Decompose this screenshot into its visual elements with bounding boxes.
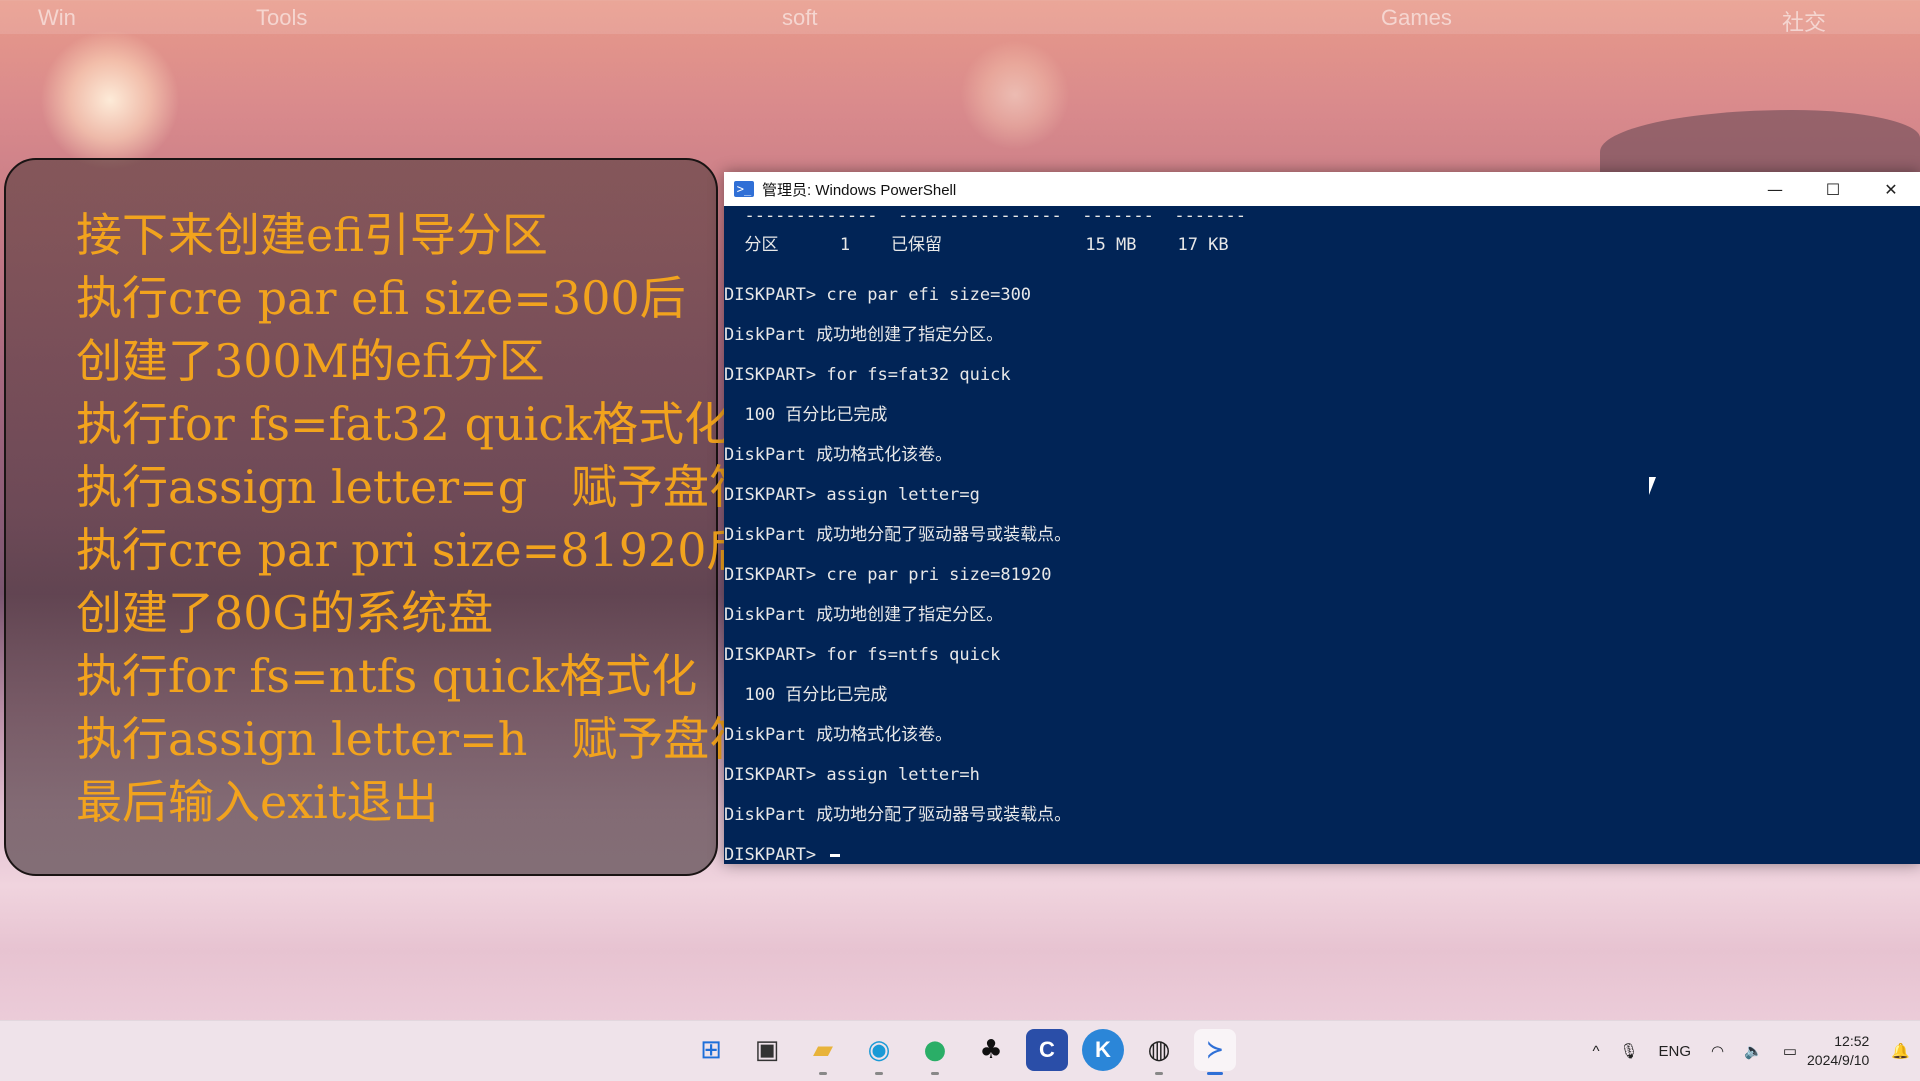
console-line: DISKPART> for fs=fat32 quick	[724, 365, 1011, 385]
qq-icon[interactable]: ♣	[970, 1029, 1012, 1071]
taskbar-apps: ⊞ ▣ ▰ ◉ ● ♣ C K ◍ ≻	[690, 1029, 1236, 1075]
k-app-icon[interactable]: K	[1082, 1029, 1124, 1071]
console-line: DiskPart 成功地分配了驱动器号或装载点。	[724, 805, 1072, 825]
system-tray: ^ 🎙 ENG ◠ 🔈 ▭ 12:52 2024/9/10 🔔	[1582, 1021, 1920, 1081]
clock[interactable]: 12:52 2024/9/10	[1807, 1032, 1869, 1070]
console-line: DISKPART> assign letter=g	[724, 485, 980, 505]
category-win[interactable]: Win	[38, 5, 76, 31]
task-view-icon[interactable]: ▣	[746, 1029, 788, 1071]
edge-icon[interactable]: ◉	[858, 1029, 900, 1075]
category-soft[interactable]: soft	[782, 5, 817, 31]
category-social[interactable]: 社交	[1782, 5, 1826, 37]
microphone-icon[interactable]: 🎙	[1619, 1042, 1638, 1060]
tutorial-line: 执行cre par efi size=300后	[76, 271, 686, 325]
powershell-icon: >_	[734, 181, 754, 197]
console-line: DiskPart 成功地分配了驱动器号或装载点。	[724, 525, 1072, 545]
clock-date: 2024/9/10	[1807, 1052, 1870, 1068]
moon-glow	[960, 40, 1070, 150]
tutorial-line: 创建了300M的efi分区	[76, 334, 545, 388]
obs-icon[interactable]: ◍	[1138, 1029, 1180, 1075]
powershell-window[interactable]: >_ 管理员: Windows PowerShell — ☐ ✕ -------…	[724, 172, 1920, 864]
window-title: 管理员: Windows PowerShell	[762, 181, 957, 199]
tutorial-line: 接下来创建efi引导分区	[76, 208, 548, 262]
start-icon[interactable]: ⊞	[690, 1029, 732, 1071]
console-line: DiskPart 成功地创建了指定分区。	[724, 605, 1004, 625]
shield-app-icon[interactable]: C	[1026, 1029, 1068, 1071]
maximize-button[interactable]: ☐	[1804, 172, 1862, 206]
console-line: DISKPART> assign letter=h	[724, 765, 980, 785]
console-line: DISKPART> cre par pri size=81920	[724, 565, 1052, 585]
tutorial-text: 接下来创建efi引导分区 执行cre par efi size=300后 创建了…	[76, 204, 755, 834]
bell-icon[interactable]: 🔔	[1891, 1042, 1910, 1060]
close-button[interactable]: ✕	[1862, 172, 1920, 206]
tutorial-line: 执行assign letter=h 赋予盘符	[76, 712, 756, 766]
console-line: 100 百分比已完成	[724, 405, 888, 425]
powershell-taskbar-icon[interactable]: ≻	[1194, 1029, 1236, 1075]
tutorial-line: 最后输入exit退出	[76, 775, 439, 829]
tutorial-overlay-card: 接下来创建efi引导分区 执行cre par efi size=300后 创建了…	[4, 158, 755, 876]
console-line: 分区 1 已保留 15 MB 17 KB	[724, 235, 1229, 255]
console-line: DiskPart 成功格式化该卷。	[724, 725, 953, 745]
mouse-pointer-icon	[1649, 477, 1663, 495]
sun-glow	[40, 30, 180, 170]
tutorial-line: 执行cre par pri size=81920后	[76, 523, 753, 577]
tutorial-line: 执行for fs=ntfs quick格式化	[76, 649, 698, 703]
console-output[interactable]: ------------- ---------------- ------- -…	[724, 206, 1920, 864]
console-line: DISKPART> cre par efi size=300	[724, 285, 1032, 305]
wifi-icon[interactable]: ◠	[1711, 1042, 1724, 1060]
wechat-icon[interactable]: ●	[914, 1029, 956, 1075]
prompt-text: DISKPART>	[724, 845, 827, 864]
window-controls: — ☐ ✕	[1746, 172, 1920, 206]
tutorial-line: 执行for fs=fat32 quick格式化	[76, 397, 731, 451]
show-hidden-icons-chevron-icon[interactable]: ^	[1592, 1043, 1599, 1060]
prompt-line[interactable]: DISKPART>	[724, 835, 1920, 864]
file-explorer-icon[interactable]: ▰	[802, 1029, 844, 1075]
language-indicator[interactable]: ENG	[1659, 1043, 1692, 1060]
console-line: 100 百分比已完成	[724, 685, 888, 705]
tutorial-line: 创建了80G的系统盘	[76, 586, 494, 640]
console-line: DiskPart 成功地创建了指定分区。	[724, 325, 1004, 345]
console-line: DISKPART> for fs=ntfs quick	[724, 645, 1001, 665]
category-games[interactable]: Games	[1381, 5, 1452, 31]
volume-icon[interactable]: 🔈	[1744, 1042, 1763, 1060]
clock-time: 12:52	[1834, 1033, 1870, 1049]
console-line: ------------- ---------------- ------- -…	[724, 206, 1246, 226]
taskbar: ⊞ ▣ ▰ ◉ ● ♣ C K ◍ ≻ ^ 🎙 ENG ◠ 🔈 ▭ 12:52 …	[0, 1020, 1920, 1081]
minimize-button[interactable]: —	[1746, 172, 1804, 206]
console-line: DiskPart 成功格式化该卷。	[724, 445, 953, 465]
window-titlebar[interactable]: >_ 管理员: Windows PowerShell — ☐ ✕	[724, 172, 1920, 206]
desktop-category-bar: Win Tools soft Games 社交	[0, 0, 1920, 37]
category-tools[interactable]: Tools	[256, 5, 307, 31]
distant-hill	[1600, 110, 1920, 180]
text-cursor	[830, 853, 841, 857]
tutorial-line: 执行assign letter=g 赋予盘符	[76, 460, 756, 514]
battery-icon[interactable]: ▭	[1783, 1042, 1797, 1060]
